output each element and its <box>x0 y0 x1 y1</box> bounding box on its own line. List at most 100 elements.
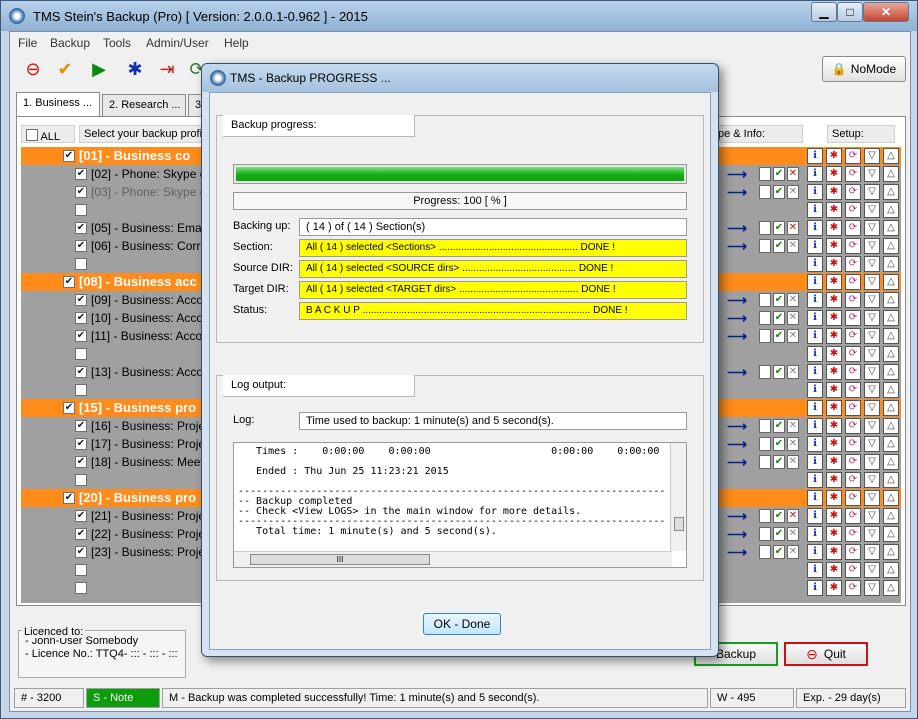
doc-icon[interactable] <box>759 167 771 181</box>
settings-icon[interactable]: ✱ <box>826 238 842 254</box>
refresh-icon[interactable]: ⟳ <box>845 526 861 542</box>
settings-icon[interactable]: ✱ <box>826 274 842 290</box>
info-icon[interactable]: ℹ <box>807 238 823 254</box>
disabled-icon[interactable]: ✕ <box>787 329 799 343</box>
up-icon[interactable]: △ <box>883 526 899 542</box>
row-checkbox[interactable] <box>75 384 87 396</box>
down-icon[interactable]: ▽ <box>864 166 880 182</box>
row-checkbox[interactable]: ✔ <box>63 492 75 504</box>
info-icon[interactable]: ℹ <box>807 526 823 542</box>
nomode-button[interactable]: 🔒 NoMode <box>822 56 906 82</box>
disabled-icon[interactable]: ✕ <box>787 545 799 559</box>
row-checkbox[interactable]: ✔ <box>75 168 87 180</box>
up-icon[interactable]: △ <box>883 148 899 164</box>
info-icon[interactable]: ℹ <box>807 454 823 470</box>
info-icon[interactable]: ℹ <box>807 436 823 452</box>
info-icon[interactable]: ℹ <box>807 310 823 326</box>
info-icon[interactable]: ℹ <box>807 508 823 524</box>
ok-icon[interactable]: ✔ <box>773 545 785 559</box>
up-icon[interactable]: △ <box>883 166 899 182</box>
down-icon[interactable]: ▽ <box>864 148 880 164</box>
row-checkbox[interactable]: ✔ <box>75 456 87 468</box>
row-checkbox[interactable]: ✔ <box>63 150 75 162</box>
check-circle-icon[interactable]: ✔ <box>52 56 78 82</box>
settings-icon[interactable]: ✱ <box>826 526 842 542</box>
down-icon[interactable]: ▽ <box>864 382 880 398</box>
refresh-icon[interactable]: ⟳ <box>845 580 861 596</box>
gear-icon[interactable]: ✱ <box>122 56 148 82</box>
settings-icon[interactable]: ✱ <box>826 508 842 524</box>
up-icon[interactable]: △ <box>883 256 899 272</box>
info-icon[interactable]: ℹ <box>807 382 823 398</box>
ok-icon[interactable]: ✔ <box>773 509 785 523</box>
down-icon[interactable]: ▽ <box>864 400 880 416</box>
tab-business[interactable]: 1. Business ... <box>16 92 100 116</box>
row-checkbox[interactable]: ✔ <box>75 546 87 558</box>
info-icon[interactable]: ℹ <box>807 202 823 218</box>
refresh-icon[interactable]: ⟳ <box>845 148 861 164</box>
disabled-icon[interactable]: ✕ <box>787 527 799 541</box>
ok-icon[interactable]: ✔ <box>773 455 785 469</box>
row-checkbox[interactable]: ✔ <box>75 366 87 378</box>
info-icon[interactable]: ℹ <box>807 256 823 272</box>
row-checkbox[interactable]: ✔ <box>75 420 87 432</box>
refresh-icon[interactable]: ⟳ <box>845 310 861 326</box>
settings-icon[interactable]: ✱ <box>826 202 842 218</box>
info-icon[interactable]: ℹ <box>807 580 823 596</box>
row-checkbox[interactable] <box>75 582 87 594</box>
down-icon[interactable]: ▽ <box>864 472 880 488</box>
doc-icon[interactable] <box>759 455 771 469</box>
down-icon[interactable]: ▽ <box>864 436 880 452</box>
settings-icon[interactable]: ✱ <box>826 382 842 398</box>
row-checkbox[interactable]: ✔ <box>75 438 87 450</box>
row-checkbox[interactable] <box>75 348 87 360</box>
up-icon[interactable]: △ <box>883 580 899 596</box>
doc-icon[interactable] <box>759 419 771 433</box>
up-icon[interactable]: △ <box>883 472 899 488</box>
ok-icon[interactable]: ✔ <box>773 419 785 433</box>
menu-tools[interactable]: Tools <box>103 36 131 50</box>
down-icon[interactable]: ▽ <box>864 220 880 236</box>
maximize-button[interactable]: □ <box>837 2 863 22</box>
refresh-icon[interactable]: ⟳ <box>845 166 861 182</box>
row-checkbox[interactable]: ✔ <box>75 528 87 540</box>
info-icon[interactable]: ℹ <box>807 418 823 434</box>
info-icon[interactable]: ℹ <box>807 472 823 488</box>
settings-icon[interactable]: ✱ <box>826 148 842 164</box>
down-icon[interactable]: ▽ <box>864 256 880 272</box>
info-icon[interactable]: ℹ <box>807 220 823 236</box>
ok-icon[interactable]: ✔ <box>773 329 785 343</box>
down-icon[interactable]: ▽ <box>864 526 880 542</box>
select-all[interactable]: ALL <box>21 125 75 143</box>
menu-help[interactable]: Help <box>224 36 249 50</box>
settings-icon[interactable]: ✱ <box>826 472 842 488</box>
export-icon[interactable]: ⇥ <box>154 56 180 82</box>
row-checkbox[interactable] <box>75 258 87 270</box>
error-icon[interactable]: ✕ <box>787 221 799 235</box>
refresh-icon[interactable]: ⟳ <box>845 472 861 488</box>
info-icon[interactable]: ℹ <box>807 400 823 416</box>
row-checkbox[interactable]: ✔ <box>75 510 87 522</box>
down-icon[interactable]: ▽ <box>864 346 880 362</box>
ok-icon[interactable]: ✔ <box>773 437 785 451</box>
refresh-icon[interactable]: ⟳ <box>845 256 861 272</box>
down-icon[interactable]: ▽ <box>864 508 880 524</box>
up-icon[interactable]: △ <box>883 292 899 308</box>
refresh-icon[interactable]: ⟳ <box>845 274 861 290</box>
info-icon[interactable]: ℹ <box>807 562 823 578</box>
settings-icon[interactable]: ✱ <box>826 256 842 272</box>
info-icon[interactable]: ℹ <box>807 364 823 380</box>
quit-button[interactable]: ⊖ Quit <box>784 642 868 666</box>
row-checkbox[interactable] <box>75 564 87 576</box>
play-icon[interactable]: ▶ <box>86 56 112 82</box>
refresh-icon[interactable]: ⟳ <box>845 382 861 398</box>
doc-icon[interactable] <box>759 239 771 253</box>
refresh-icon[interactable]: ⟳ <box>845 292 861 308</box>
row-checkbox[interactable]: ✔ <box>63 276 75 288</box>
settings-icon[interactable]: ✱ <box>826 292 842 308</box>
refresh-icon[interactable]: ⟳ <box>845 400 861 416</box>
down-icon[interactable]: ▽ <box>864 202 880 218</box>
doc-icon[interactable] <box>759 311 771 325</box>
settings-icon[interactable]: ✱ <box>826 400 842 416</box>
up-icon[interactable]: △ <box>883 220 899 236</box>
